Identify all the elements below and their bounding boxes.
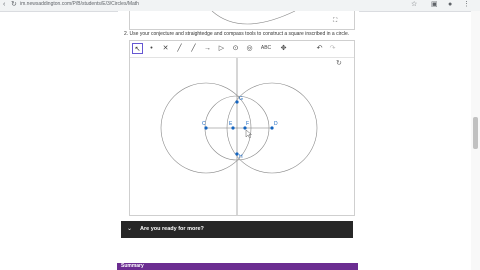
polygon-tool-icon[interactable]: ▷ <box>216 43 227 54</box>
chevron-down-icon: ⌄ <box>127 226 133 232</box>
profile-icon[interactable]: ● <box>448 1 452 9</box>
point-tool-icon[interactable]: • <box>146 43 157 54</box>
ready-for-more-label: Are you ready for more? <box>140 226 204 232</box>
reload-icon[interactable]: ↻ <box>11 1 17 9</box>
point-label: F <box>246 121 249 127</box>
summary-section-header[interactable]: Summary <box>117 263 358 270</box>
circle-tool-icon[interactable]: ⊙ <box>230 43 241 54</box>
page-scrollbar[interactable] <box>471 11 480 270</box>
text-tool-icon[interactable]: ABC <box>258 43 274 54</box>
star-icon[interactable]: ☆ <box>411 1 417 9</box>
move-tool-icon[interactable]: ↖ <box>132 43 143 54</box>
menu-icon[interactable]: ⋮ <box>463 1 470 9</box>
applet-toolbar: ↖ • ✕ ╱ ╱ → ▷ ⊙ ◎ ABC ✥ ↶ ↷ <box>130 41 354 58</box>
summary-label: Summary <box>121 263 144 269</box>
scrollbar-thumb[interactable] <box>473 117 478 149</box>
construction-canvas[interactable]: C E F D G H <box>130 58 354 215</box>
redo-icon[interactable]: ↷ <box>327 43 338 54</box>
arrow-left-icon[interactable]: ‹ <box>3 1 5 9</box>
segment-tool-icon[interactable]: ╱ <box>188 43 199 54</box>
question-text: 2. Use your conjecture and straightedge … <box>124 31 350 37</box>
point-label: D <box>274 121 278 127</box>
previous-applet: ⛶ <box>129 11 355 30</box>
point-label: H <box>239 154 243 160</box>
extension-icon[interactable]: ▣ <box>431 1 438 9</box>
point-label: C <box>202 121 206 127</box>
geometry-applet[interactable]: ↖ • ✕ ╱ ╱ → ▷ ⊙ ◎ ABC ✥ ↶ ↷ ↻ C E F D G … <box>129 40 355 216</box>
point-label: G <box>239 96 243 102</box>
line-tool-icon[interactable]: ╱ <box>174 43 185 54</box>
compass-tool-icon[interactable]: ◎ <box>244 43 255 54</box>
fullscreen-icon[interactable]: ⛶ <box>333 18 337 25</box>
ready-for-more-toggle[interactable]: ⌄ Are you ready for more? <box>121 221 353 238</box>
move-view-tool-icon[interactable]: ✥ <box>278 43 289 54</box>
point-label: E <box>229 121 233 127</box>
address-bar[interactable]: im.newsaddington.com/P/B/students/E/3/Ci… <box>20 1 139 7</box>
intersect-tool-icon[interactable]: ✕ <box>160 43 171 54</box>
undo-icon[interactable]: ↶ <box>314 43 325 54</box>
ray-tool-icon[interactable]: → <box>202 43 213 54</box>
